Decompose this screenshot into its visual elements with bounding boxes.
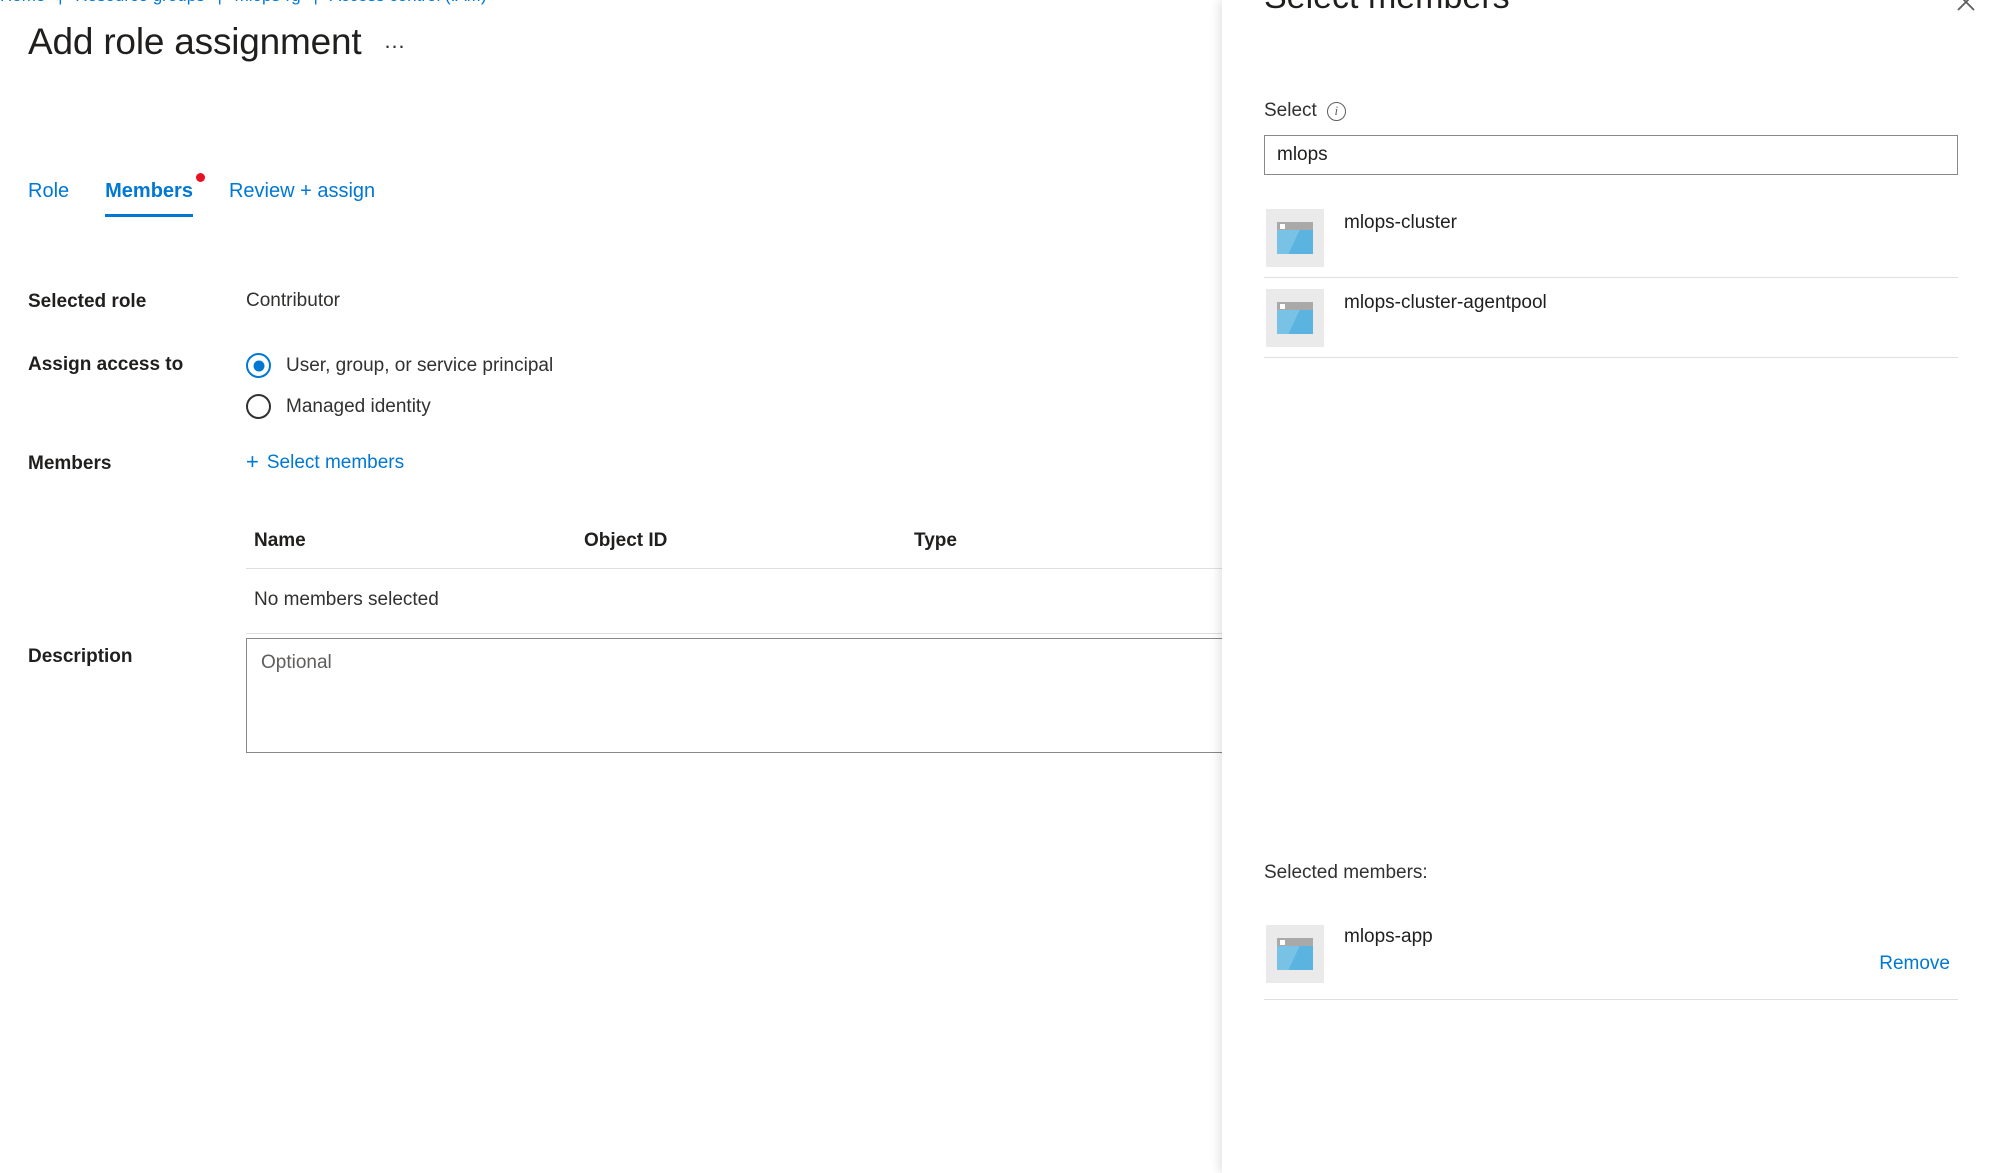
- tab-role-label: Role: [28, 180, 70, 202]
- selected-members-list: mlops-app Remove: [1264, 908, 1958, 1000]
- list-item: mlops-app Remove: [1264, 908, 1958, 1000]
- selected-members-title: Selected members:: [1264, 862, 1428, 883]
- list-item[interactable]: mlops-cluster-agentpool: [1264, 278, 1958, 358]
- select-label-row: Select i: [1264, 100, 1346, 122]
- tab-members[interactable]: Members: [87, 173, 211, 217]
- description-label: Description: [28, 646, 133, 667]
- tab-role[interactable]: Role: [28, 180, 87, 217]
- column-header-type: Type: [914, 530, 957, 551]
- assign-access-to-row: Assign access to User, group, or service…: [28, 353, 553, 419]
- members-table-header: Name Object ID Type: [246, 530, 1222, 569]
- add-role-assignment-blade: Home | Resource groups | mlops-rg | Acce…: [0, 0, 1222, 1173]
- select-members-button[interactable]: + Select members: [246, 449, 405, 474]
- members-table: Name Object ID Type No members selected: [246, 530, 1222, 634]
- members-row: Members + Select members: [28, 449, 405, 475]
- column-header-object-id: Object ID: [584, 530, 668, 551]
- selected-role-label: Selected role: [28, 291, 147, 312]
- close-icon[interactable]: [1946, 0, 1986, 22]
- plus-icon: +: [246, 449, 259, 474]
- members-label: Members: [28, 453, 112, 474]
- breadcrumb-item-0[interactable]: Home: [0, 0, 45, 5]
- selected-role-row: Selected role Contributor: [28, 290, 340, 313]
- assign-access-radio-group: User, group, or service principal Manage…: [246, 353, 553, 419]
- radio-user-group-service-principal-label: User, group, or service principal: [286, 354, 554, 376]
- breadcrumb-separator: |: [209, 0, 229, 5]
- resource-icon: [1266, 208, 1324, 267]
- breadcrumb-separator: |: [50, 0, 70, 5]
- search-input[interactable]: [1264, 135, 1958, 175]
- radio-user-group-service-principal[interactable]: User, group, or service principal: [246, 353, 553, 378]
- breadcrumb-item-3[interactable]: Access control (IAM): [330, 0, 487, 5]
- select-members-label: Select members: [266, 452, 405, 473]
- tab-review-assign[interactable]: Review + assign: [211, 180, 393, 217]
- members-empty-text: No members selected: [254, 589, 439, 610]
- breadcrumb-item-2[interactable]: mlops-rg: [235, 0, 301, 5]
- search-results-list: mlops-cluster mlops-cluster-agentpool: [1264, 198, 1958, 358]
- breadcrumb-separator: |: [305, 0, 325, 5]
- radio-managed-identity[interactable]: Managed identity: [246, 394, 553, 419]
- page-title: Add role assignment: [28, 21, 362, 62]
- radio-managed-identity-label: Managed identity: [286, 395, 431, 417]
- select-members-flyout: Select members Select i mlops-cluste: [1222, 0, 2000, 1173]
- list-item-label: mlops-cluster: [1344, 212, 1457, 233]
- column-header-name: Name: [254, 530, 306, 551]
- tab-members-label: Members: [105, 180, 193, 202]
- tab-review-assign-label: Review + assign: [228, 180, 376, 202]
- breadcrumb[interactable]: Home | Resource groups | mlops-rg | Acce…: [0, 0, 1222, 6]
- info-icon[interactable]: i: [1326, 101, 1346, 121]
- radio-selected-icon: [246, 353, 271, 378]
- flyout-title: Select members: [1264, 0, 1510, 17]
- resource-icon: [1266, 924, 1324, 983]
- blade-tabs: Role Members Review + assign: [28, 173, 393, 217]
- breadcrumb-item-1[interactable]: Resource groups: [75, 0, 204, 5]
- select-label: Select: [1264, 100, 1317, 121]
- blade-title-row: Add role assignment …: [28, 21, 408, 63]
- page-root: Home | Resource groups | mlops-rg | Acce…: [0, 0, 2000, 1173]
- more-options-button[interactable]: …: [384, 28, 408, 54]
- tab-alert-dot-icon: [195, 173, 205, 182]
- list-item-label: mlops-cluster-agentpool: [1344, 292, 1547, 313]
- table-row: No members selected: [246, 569, 1222, 634]
- list-item[interactable]: mlops-cluster: [1264, 198, 1958, 278]
- assign-access-to-label: Assign access to: [28, 354, 184, 375]
- remove-member-button[interactable]: Remove: [1879, 953, 1958, 999]
- resource-icon: [1266, 288, 1324, 347]
- radio-unselected-icon: [246, 394, 271, 419]
- description-row: Description: [28, 645, 246, 668]
- selected-role-value: Contributor: [246, 290, 340, 311]
- selected-member-label: mlops-app: [1344, 926, 1433, 947]
- description-input[interactable]: [246, 638, 1222, 753]
